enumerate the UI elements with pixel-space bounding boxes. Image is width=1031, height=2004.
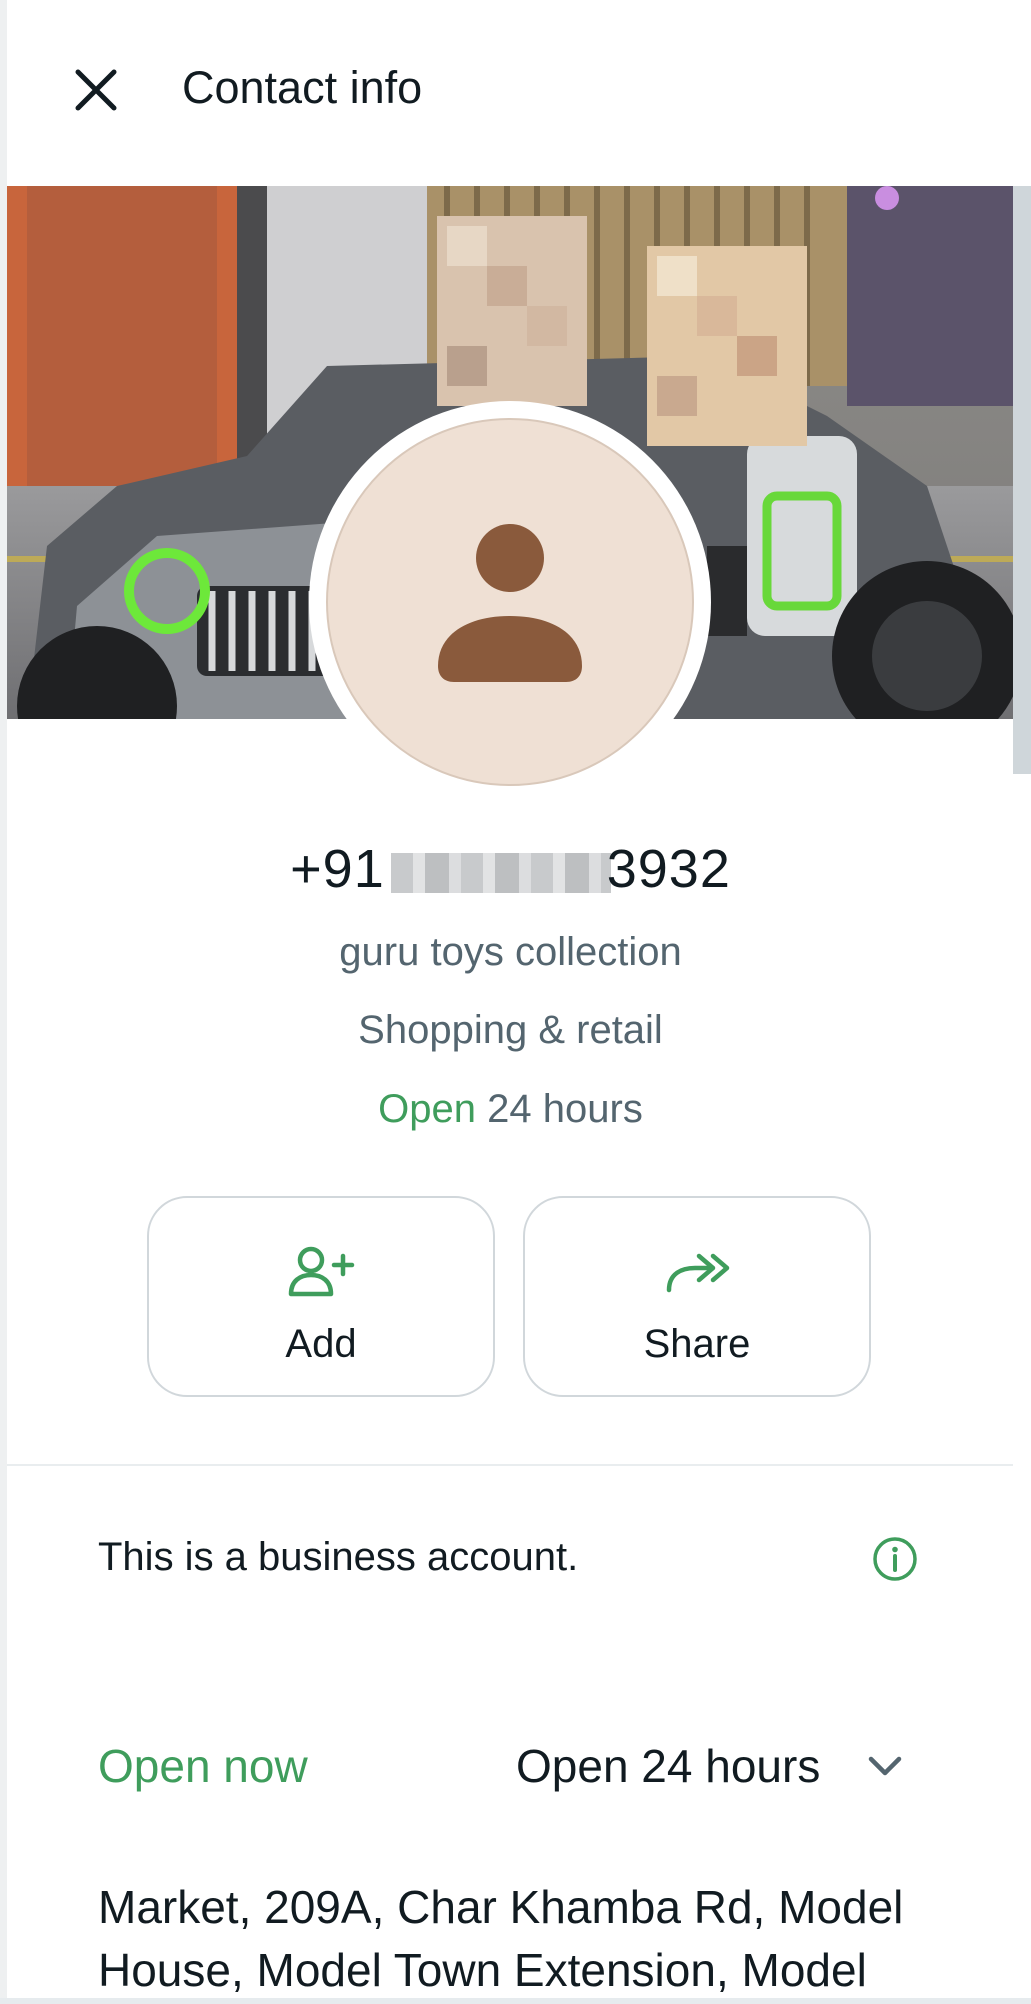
business-name: guru toys collection — [339, 930, 682, 974]
person-icon — [438, 524, 582, 682]
open-now-status: Open now — [98, 1740, 308, 1792]
phone-number: +91 3932 — [0, 838, 1021, 900]
open-status: Open — [378, 1087, 477, 1131]
close-icon — [75, 69, 117, 111]
share-icon — [666, 1253, 730, 1293]
bottom-edge — [0, 1998, 1031, 2004]
window-edge — [0, 0, 7, 2004]
scrollbar-thumb[interactable] — [1013, 186, 1031, 774]
info-button[interactable] — [871, 1535, 919, 1583]
add-label: Add — [285, 1322, 357, 1366]
phone-suffix: 3932 — [606, 839, 731, 899]
business-address: Market, 209A, Char Khamba Rd, Model Hous… — [98, 1881, 904, 1996]
business-hours-text: Open 24 hours — [516, 1740, 821, 1792]
phone-prefix: +91 — [290, 839, 385, 899]
header: Contact info — [7, 0, 1015, 180]
info-icon — [873, 1537, 917, 1581]
chevron-down-icon — [868, 1756, 902, 1776]
page-title: Contact info — [182, 62, 423, 113]
scrollbar[interactable] — [1013, 186, 1031, 774]
hours-value: 24 hours — [487, 1087, 643, 1131]
add-contact-button[interactable]: Add — [147, 1196, 495, 1397]
business-account-note: This is a business account. — [98, 1535, 579, 1579]
hours-summary: Open 24 hours — [0, 1087, 1021, 1132]
avatar[interactable] — [326, 418, 694, 786]
section-divider — [7, 1464, 1013, 1466]
close-button[interactable] — [66, 60, 126, 120]
share-button[interactable]: Share — [523, 1196, 871, 1397]
business-hours-dropdown[interactable]: Open 24 hours — [516, 1733, 916, 1793]
phone-redacted — [390, 852, 611, 893]
business-category: Shopping & retail — [358, 1008, 663, 1052]
add-contact-icon — [288, 1246, 355, 1297]
share-label: Share — [643, 1322, 751, 1366]
